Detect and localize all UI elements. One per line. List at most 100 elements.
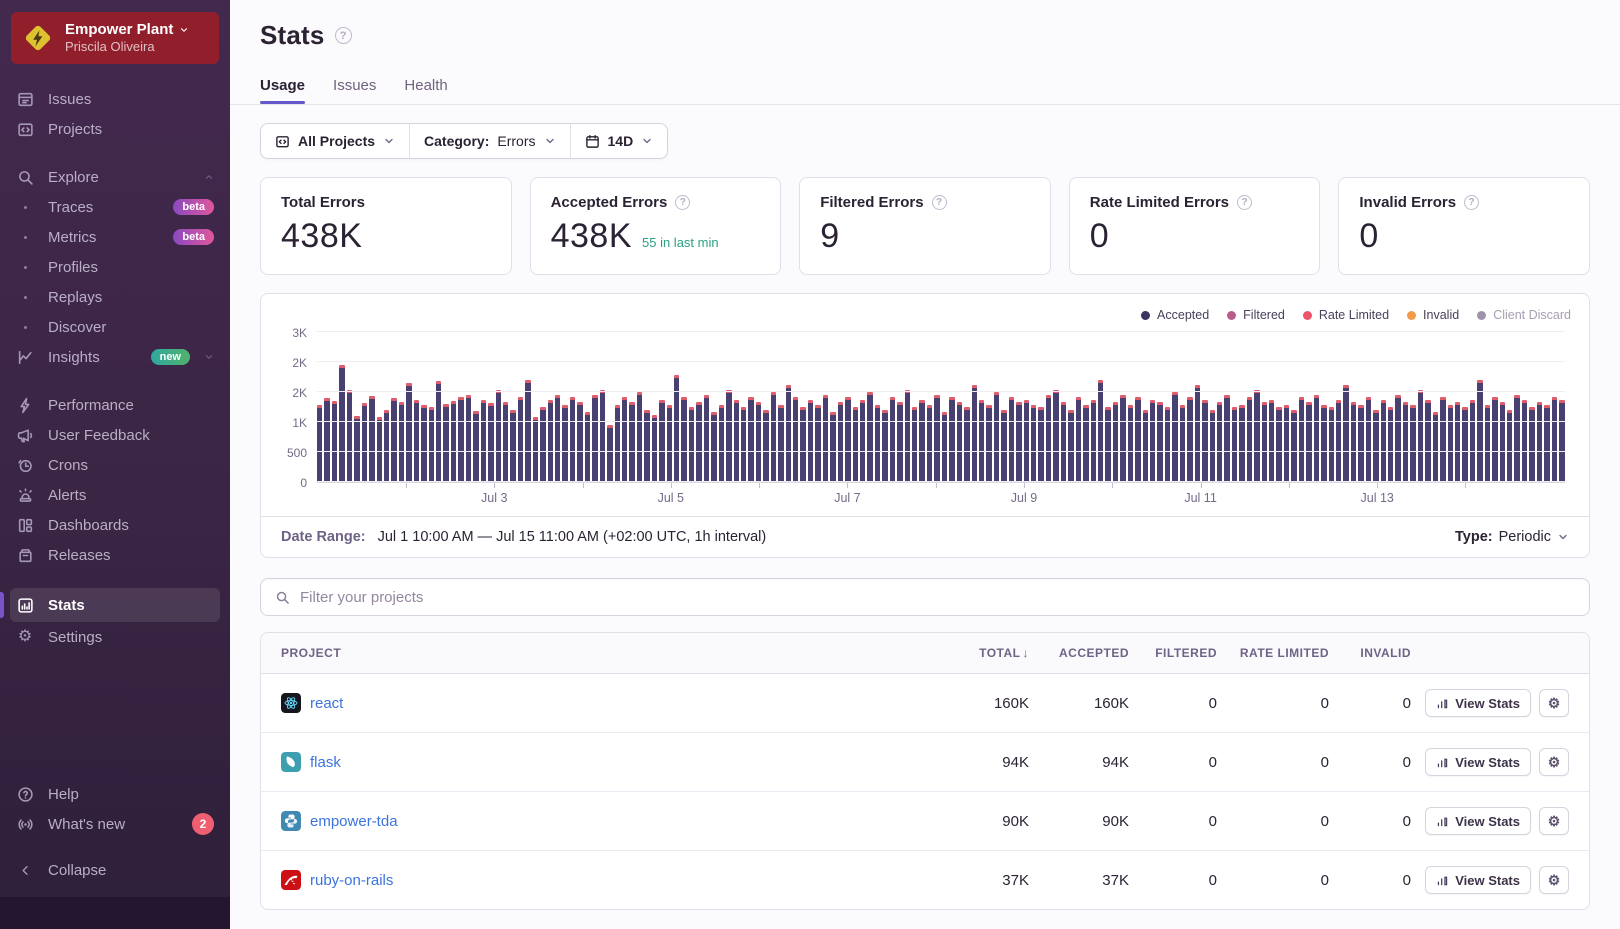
legend-dot-icon bbox=[1227, 311, 1236, 320]
chart-bar bbox=[1492, 397, 1497, 482]
bar-chart-icon bbox=[1436, 697, 1449, 710]
chart-bar bbox=[540, 407, 545, 482]
sidebar-collapse-button[interactable]: Collapse bbox=[0, 855, 230, 885]
page-help-icon[interactable] bbox=[335, 27, 352, 44]
sidebar-item-explore[interactable]: Explore bbox=[0, 162, 230, 192]
chart-bar bbox=[659, 400, 664, 483]
col-rate-limited[interactable]: RATE LIMITED bbox=[1217, 646, 1329, 660]
sidebar-item-crons[interactable]: Crons bbox=[0, 450, 230, 480]
legend-item-rate-limited[interactable]: Rate Limited bbox=[1303, 308, 1389, 322]
project-settings-button[interactable]: ⚙ bbox=[1539, 807, 1569, 835]
sidebar-item-stats[interactable]: Stats bbox=[10, 588, 220, 622]
gear-icon: ⚙ bbox=[1548, 872, 1561, 889]
project-settings-button[interactable]: ⚙ bbox=[1539, 866, 1569, 894]
org-switcher[interactable]: Empower Plant Priscila Oliveira bbox=[11, 12, 219, 64]
chart-bar bbox=[548, 400, 553, 483]
project-filter-input[interactable] bbox=[300, 589, 1575, 606]
chart-bar bbox=[570, 397, 575, 482]
x-axis-label: Jul 3 bbox=[481, 491, 507, 505]
bullet-icon bbox=[16, 266, 34, 269]
chart-bar bbox=[1276, 407, 1281, 482]
legend-item-invalid[interactable]: Invalid bbox=[1407, 308, 1459, 322]
help-icon[interactable] bbox=[932, 195, 947, 210]
table-row: react 160K 160K 0 0 0 View Stats ⚙ bbox=[261, 674, 1589, 733]
chart-bar bbox=[696, 402, 701, 482]
chart-bar bbox=[949, 397, 954, 482]
project-link[interactable]: ruby-on-rails bbox=[310, 872, 393, 889]
sidebar-item-metrics[interactable]: Metrics beta bbox=[0, 222, 230, 252]
legend-item-client-discard[interactable]: Client Discard bbox=[1477, 308, 1571, 322]
sidebar-item-replays[interactable]: Replays bbox=[0, 282, 230, 312]
sidebar-item-user-feedback[interactable]: User Feedback bbox=[0, 420, 230, 450]
sidebar-item-whats-new[interactable]: What's new 2 bbox=[0, 809, 230, 839]
chart-bar bbox=[838, 402, 843, 482]
date-range-selector[interactable]: 14D bbox=[570, 124, 668, 158]
chart-bar bbox=[1522, 400, 1527, 483]
y-axis-label: 2K bbox=[292, 386, 307, 400]
legend-item-filtered[interactable]: Filtered bbox=[1227, 308, 1285, 322]
col-project[interactable]: PROJECT bbox=[281, 646, 924, 660]
chart-bar bbox=[778, 405, 783, 483]
type-selector[interactable]: Type: Periodic bbox=[1455, 529, 1569, 545]
chart-bar bbox=[905, 390, 910, 483]
sidebar-item-alerts[interactable]: Alerts bbox=[0, 480, 230, 510]
chart-bar bbox=[1329, 407, 1334, 482]
tab-bar: Usage Issues Health bbox=[260, 77, 1590, 104]
x-axis-label: Jul 11 bbox=[1184, 491, 1216, 505]
chart-bar bbox=[1128, 405, 1133, 483]
chevron-down-icon bbox=[204, 352, 214, 362]
gear-icon: ⚙ bbox=[1548, 754, 1561, 771]
category-selector[interactable]: Category: Errors bbox=[409, 124, 569, 158]
chart-bar bbox=[481, 400, 486, 483]
col-filtered[interactable]: FILTERED bbox=[1129, 646, 1217, 660]
sidebar-item-help[interactable]: Help bbox=[0, 779, 230, 809]
sidebar-item-releases[interactable]: Releases bbox=[0, 540, 230, 570]
sidebar-item-insights[interactable]: Insights new bbox=[0, 342, 230, 372]
sidebar-item-projects[interactable]: Projects bbox=[0, 114, 230, 144]
sidebar-item-dashboards[interactable]: Dashboards bbox=[0, 510, 230, 540]
sidebar: Empower Plant Priscila Oliveira Issues P… bbox=[0, 0, 230, 929]
chart-bar bbox=[1306, 402, 1311, 482]
project-link[interactable]: flask bbox=[310, 754, 341, 771]
chart-bar bbox=[711, 412, 716, 482]
help-icon[interactable] bbox=[1237, 195, 1252, 210]
y-axis-label: 3K bbox=[292, 326, 307, 340]
help-icon[interactable] bbox=[675, 195, 690, 210]
view-stats-button[interactable]: View Stats bbox=[1425, 689, 1531, 717]
sidebar-item-issues[interactable]: Issues bbox=[0, 84, 230, 114]
chart-bar bbox=[496, 390, 501, 483]
view-stats-button[interactable]: View Stats bbox=[1425, 748, 1531, 776]
col-accepted[interactable]: ACCEPTED bbox=[1029, 646, 1129, 660]
bar-chart-icon bbox=[1436, 874, 1449, 887]
view-stats-button[interactable]: View Stats bbox=[1425, 807, 1531, 835]
tab-issues[interactable]: Issues bbox=[333, 77, 376, 104]
project-settings-button[interactable]: ⚙ bbox=[1539, 689, 1569, 717]
project-link[interactable]: empower-tda bbox=[310, 813, 398, 830]
project-settings-button[interactable]: ⚙ bbox=[1539, 748, 1569, 776]
chart-bar bbox=[1269, 400, 1274, 483]
chart-bar bbox=[986, 405, 991, 483]
sidebar-item-discover[interactable]: Discover bbox=[0, 312, 230, 342]
col-invalid[interactable]: INVALID bbox=[1329, 646, 1411, 660]
tab-usage[interactable]: Usage bbox=[260, 77, 305, 104]
project-selector[interactable]: All Projects bbox=[261, 124, 409, 158]
sidebar-item-traces[interactable]: Traces beta bbox=[0, 192, 230, 222]
sidebar-item-performance[interactable]: Performance bbox=[0, 390, 230, 420]
project-link[interactable]: react bbox=[310, 695, 343, 712]
x-axis-tick bbox=[494, 483, 495, 488]
sidebar-item-profiles[interactable]: Profiles bbox=[0, 252, 230, 282]
table-row: empower-tda 90K 90K 0 0 0 View Stats ⚙ bbox=[261, 792, 1589, 851]
x-axis-label: Jul 9 bbox=[1011, 491, 1037, 505]
gridline bbox=[317, 331, 1565, 332]
col-total[interactable]: TOTAL↓ bbox=[924, 646, 1029, 660]
x-axis-tick bbox=[847, 483, 848, 488]
chart-bar bbox=[897, 402, 902, 482]
legend-item-accepted[interactable]: Accepted bbox=[1141, 308, 1209, 322]
tab-health[interactable]: Health bbox=[404, 77, 447, 104]
chevron-up-icon bbox=[204, 172, 214, 182]
view-stats-button[interactable]: View Stats bbox=[1425, 866, 1531, 894]
chart-bar bbox=[1299, 397, 1304, 482]
sidebar-item-settings[interactable]: ⚙ Settings bbox=[0, 622, 230, 652]
help-icon[interactable] bbox=[1464, 195, 1479, 210]
chart-bar bbox=[1046, 395, 1051, 483]
